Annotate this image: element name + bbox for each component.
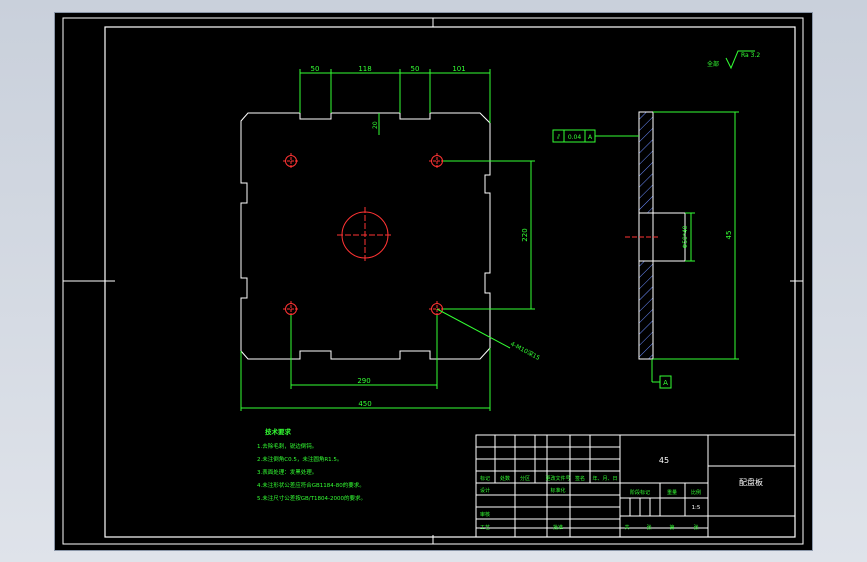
tb-col-mark: 标记: [480, 475, 490, 482]
tolerance-frame: ⫽ 0.04 A: [552, 129, 639, 143]
dim-vertical: 220: [521, 228, 529, 241]
dim-section-bore: Φ50*40: [682, 225, 689, 248]
datum-label: A: [663, 379, 668, 387]
tb-col-zone: 分区: [520, 475, 530, 482]
center-bore: [337, 207, 393, 263]
tb-standardization: 标准化: [550, 487, 565, 494]
tb-col-count: 处数: [500, 475, 510, 482]
tech-note-4: 4.未注形状公差应符合GB1184-80的要求。: [257, 481, 365, 489]
tb-review: 审核: [480, 511, 490, 518]
tolerance-value: 0.04: [568, 134, 582, 141]
tech-notes-title: 技术要求: [265, 427, 292, 436]
dim-hole-spacing: 290: [357, 377, 370, 385]
tolerance-datum: A: [588, 134, 593, 141]
drawing-svg: 50 118 50 101 20 220 4-M10深15 290 450 45…: [62, 17, 804, 545]
tb-col-signature: 签名: [575, 475, 585, 482]
tb-approve: 批准: [553, 524, 563, 531]
outer-border: [62, 17, 804, 545]
tech-note-5: 5.未注尺寸公差按GB/T1804-2000的要求。: [257, 494, 366, 502]
datum-marker: A: [651, 359, 672, 389]
roughness-symbol: 全部 Ra 3.2: [707, 50, 760, 70]
screen: 50 118 50 101 20 220 4-M10深15 290 450 45…: [0, 0, 867, 562]
tolerance-symbol: ⫽: [556, 133, 561, 141]
title-block: 标记 处数 分区 更改文件号 签名 年、月、日 设计 标准化 审核 工艺 批准 …: [475, 434, 796, 538]
roughness-value: Ra 3.2: [741, 52, 760, 59]
tb-stage-mark: 阶段标记: [630, 489, 650, 496]
dim-top-2: 118: [358, 65, 371, 73]
tb-scale-label: 比例: [691, 489, 701, 496]
tb-sheets-2: 张: [693, 524, 698, 531]
tb-part-name: 配盘板: [739, 477, 763, 487]
cad-drawing-canvas[interactable]: 50 118 50 101 20 220 4-M10深15 290 450 45…: [54, 12, 813, 551]
tb-sheet-no: 第: [669, 524, 674, 531]
dim-top-3: 50: [411, 65, 420, 73]
hole-leader: [436, 308, 511, 349]
dim-top-1: 50: [311, 65, 320, 73]
dim-top-4: 101: [452, 65, 465, 73]
tech-note-2: 2.未注倒角C0.5，未注圆角R1.5。: [257, 455, 342, 463]
tech-note-1: 1.去除毛刺，锐边倒钝。: [257, 442, 317, 450]
hole-top-right: [429, 153, 445, 169]
hole-callout: 4-M10深15: [509, 340, 542, 362]
tb-col-change-no: 更改文件号: [545, 475, 570, 482]
tb-total: 共: [624, 524, 629, 531]
tech-notes: 技术要求 1.去除毛刺，锐边倒钝。 2.未注倒角C0.5，未注圆角R1.5。 3…: [257, 427, 366, 502]
dim-overall: 450: [358, 400, 371, 408]
tb-weight: 重量: [667, 489, 677, 496]
tech-note-3: 3.表面处理：发黑处理。: [257, 468, 317, 476]
hole-top-left: [283, 153, 299, 169]
tb-material: 45: [659, 456, 669, 465]
tb-col-date: 年、月、日: [592, 475, 617, 482]
tb-sheets-1: 张: [646, 524, 651, 531]
tb-process: 工艺: [480, 525, 490, 531]
tb-design: 设计: [480, 487, 490, 494]
dim-notch-depth: 20: [372, 121, 379, 129]
inner-border: [104, 26, 796, 538]
tb-scale-value: 1:5: [692, 505, 701, 511]
roughness-prefix: 全部: [707, 60, 719, 68]
dim-section-height: 45: [725, 231, 733, 240]
hole-bottom-left: [283, 301, 299, 317]
